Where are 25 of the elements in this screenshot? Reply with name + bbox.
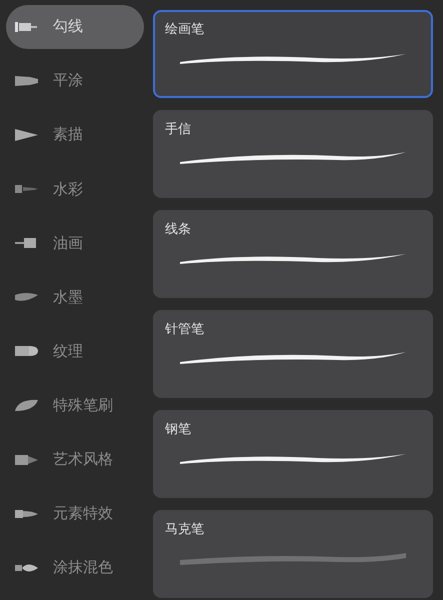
- category-item[interactable]: 水墨: [6, 275, 144, 320]
- brush-card[interactable]: 马克笔: [153, 510, 433, 598]
- brush-name: 针管笔: [165, 321, 204, 338]
- category-item[interactable]: 油画: [6, 221, 144, 265]
- category-item[interactable]: 特殊笔刷: [6, 384, 144, 428]
- brush-name: 绘画笔: [165, 21, 204, 38]
- brush-name: 线条: [165, 221, 191, 238]
- category-item[interactable]: 纹理: [6, 330, 144, 374]
- brush-card[interactable]: 线条: [153, 210, 433, 298]
- brush-card[interactable]: 钢笔: [153, 410, 433, 498]
- brush-name: 钢笔: [165, 421, 191, 438]
- category-item[interactable]: 水彩: [6, 167, 144, 211]
- category-item[interactable]: 元素特效: [6, 492, 144, 536]
- category-item[interactable]: 艺术风格: [6, 438, 144, 482]
- category-item[interactable]: 平涂: [6, 59, 144, 103]
- brush-card[interactable]: 针管笔: [153, 310, 433, 398]
- brush-icon: [14, 126, 39, 143]
- brush-name: 马克笔: [165, 521, 204, 538]
- brush-name: 手信: [165, 121, 191, 138]
- category-item[interactable]: 素描: [6, 113, 144, 157]
- category-item[interactable]: 涂抹混色: [6, 546, 144, 590]
- brush-card[interactable]: 绘画笔: [153, 10, 433, 98]
- brush-card[interactable]: 手信: [153, 110, 433, 198]
- category-item[interactable]: 勾线: [6, 5, 144, 49]
- brush-icon: [14, 397, 39, 414]
